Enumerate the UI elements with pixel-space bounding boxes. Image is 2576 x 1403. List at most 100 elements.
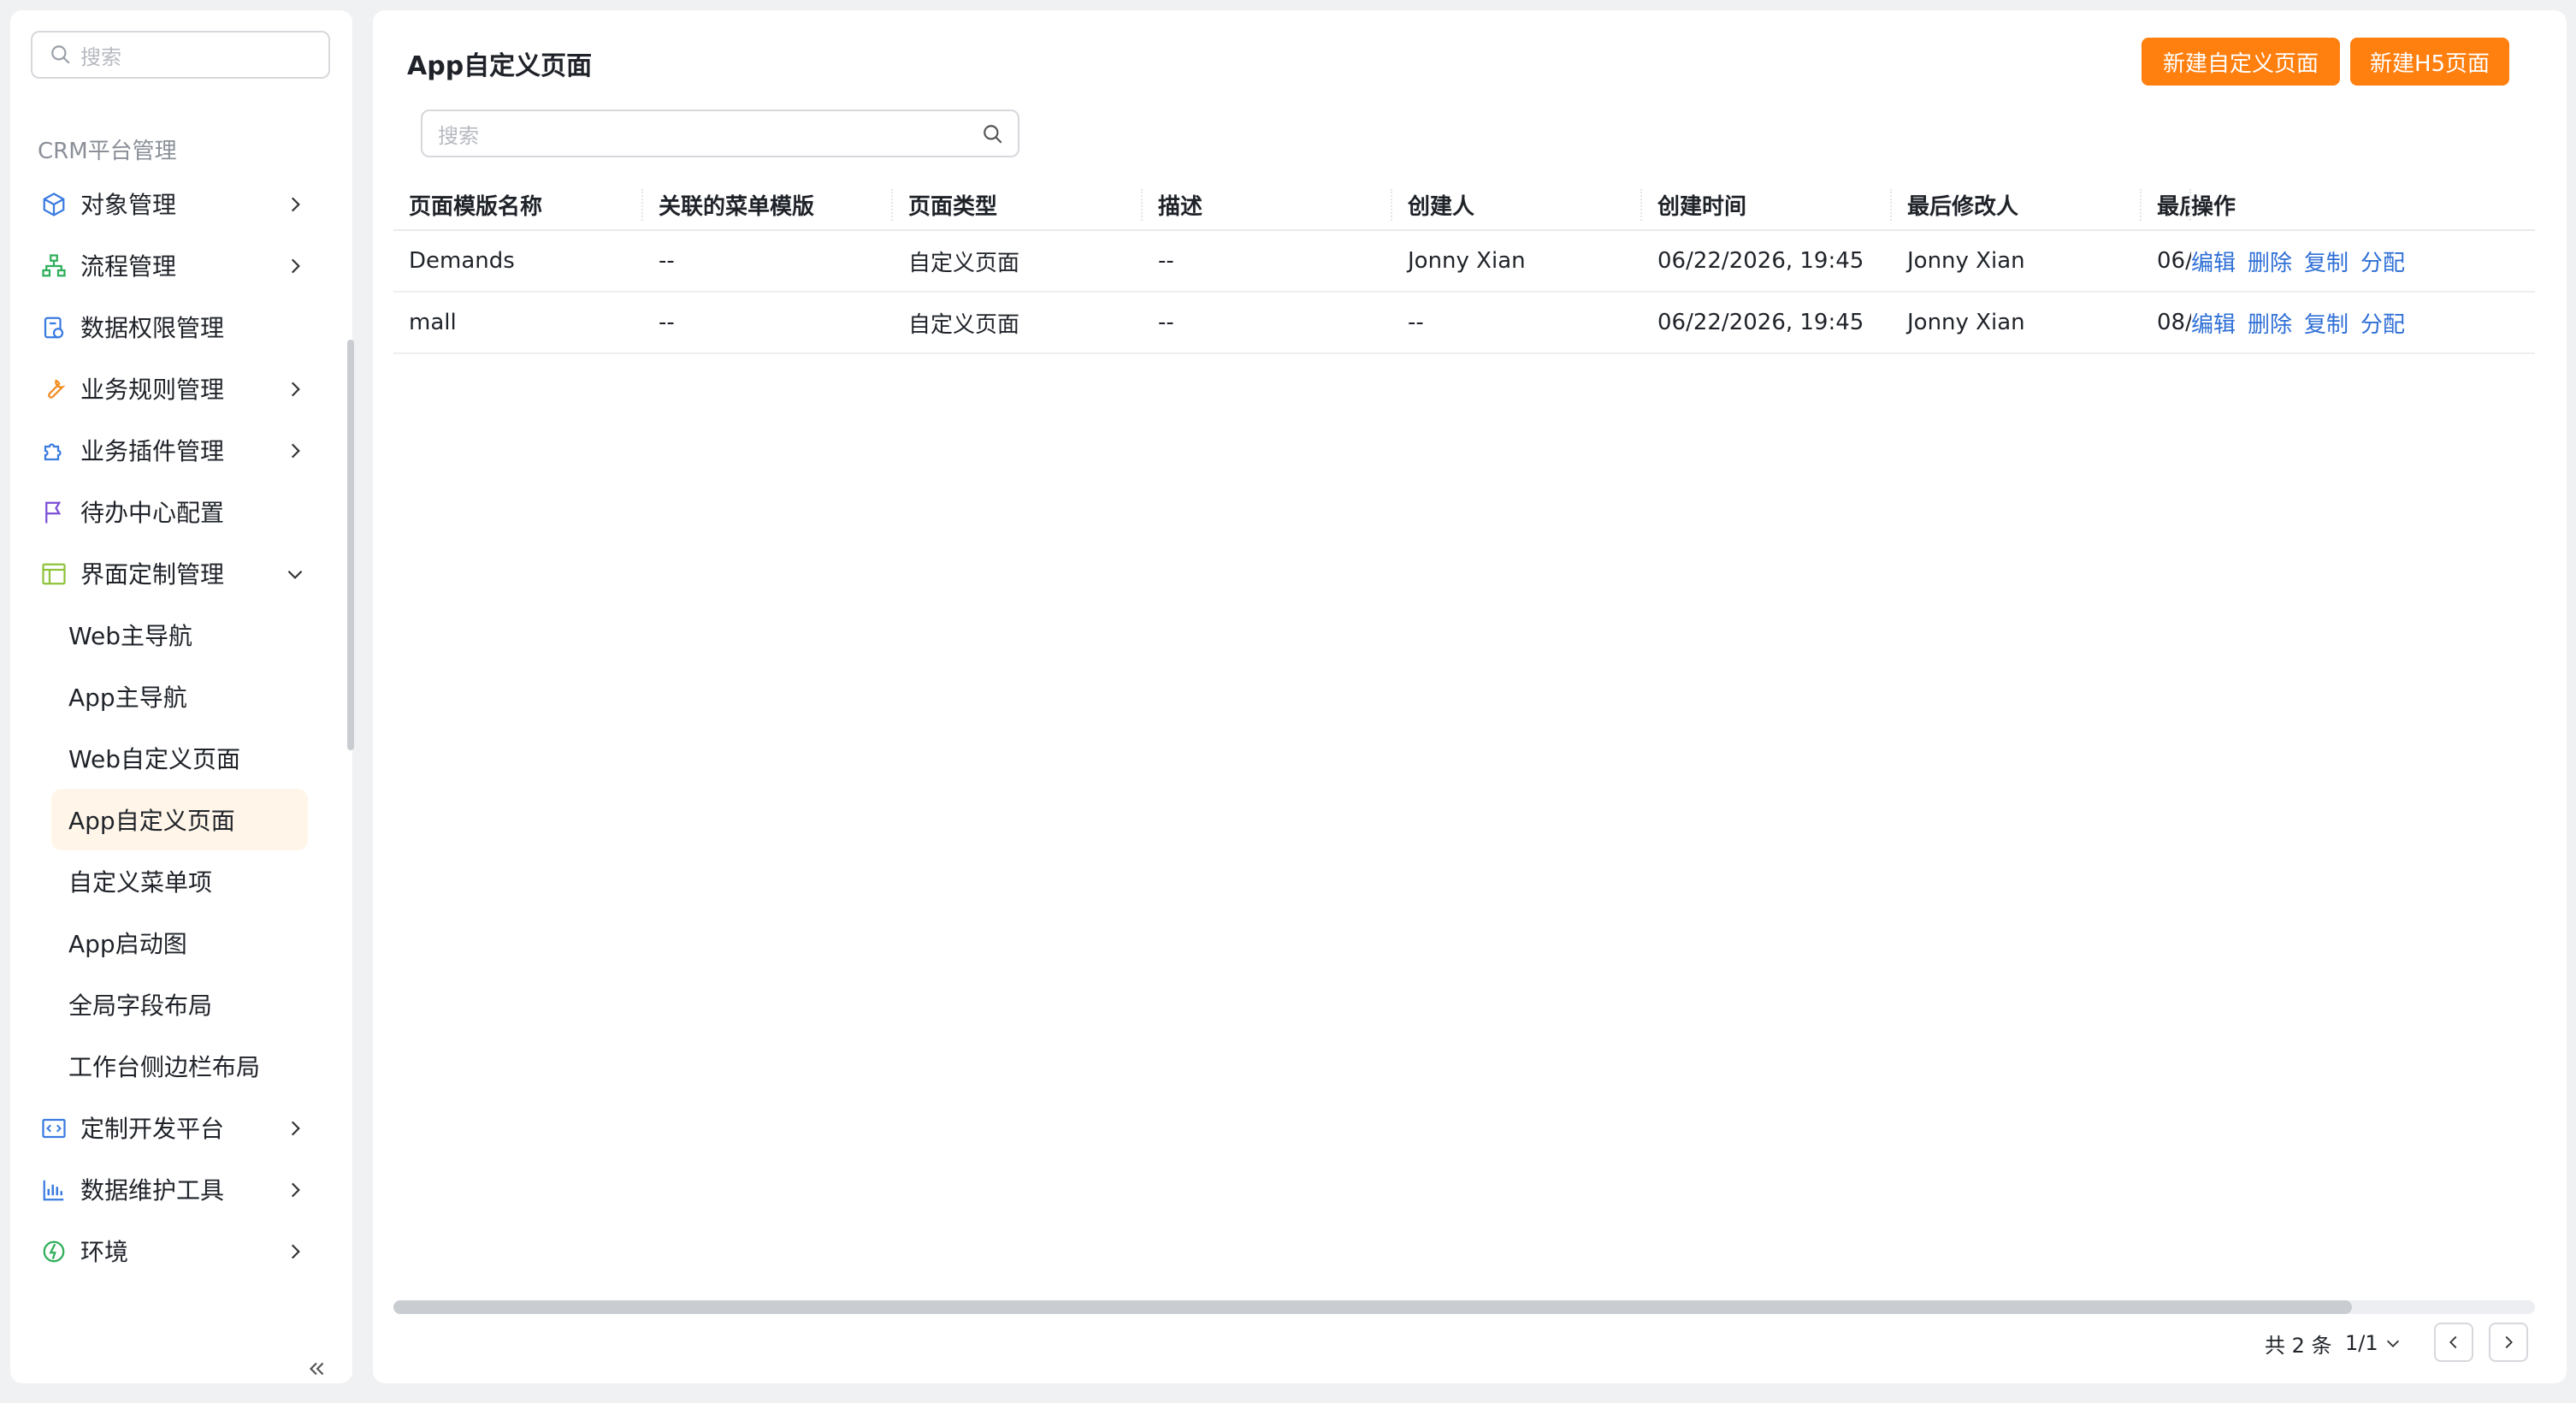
table-row[interactable]: Demands -- 自定义页面 -- Jonny Xian 06/22/202… bbox=[393, 231, 2535, 293]
chevron-down-icon bbox=[2386, 1340, 2399, 1347]
window-icon bbox=[42, 563, 66, 585]
column-header: 最后 bbox=[2142, 188, 2191, 221]
column-header: 创建时间 bbox=[1642, 188, 1892, 221]
wrench-icon bbox=[48, 379, 66, 399]
row-actions: 编辑 删除 复制 分配 bbox=[2191, 246, 2516, 277]
sidebar-subitem-global-field-layout[interactable]: 全局字段布局 bbox=[10, 974, 344, 1035]
assign-link[interactable]: 分配 bbox=[2360, 251, 2405, 276]
table-search-placeholder: 搜索 bbox=[438, 123, 479, 148]
sidebar-item-data-permission[interactable]: 数据权限管理 bbox=[10, 296, 344, 358]
next-page-button[interactable] bbox=[2489, 1323, 2528, 1362]
main-panel: App自定义页面 新建自定义页面 新建H5页面 搜索 页面模版名称 关联的菜单模… bbox=[373, 10, 2567, 1383]
table-cell: Jonny Xian bbox=[1408, 248, 1526, 274]
chevron-right-icon bbox=[291, 1121, 300, 1136]
sidebar-item-label: 对象管理 bbox=[80, 191, 177, 219]
section-title: CRM平台管理 bbox=[38, 139, 177, 164]
sidebar-item-label: 流程管理 bbox=[80, 252, 177, 281]
cube-icon bbox=[43, 192, 65, 216]
table-cell: mall bbox=[409, 310, 457, 335]
search-icon bbox=[51, 45, 70, 64]
sidebar-subitem-app-main-nav[interactable]: App主导航 bbox=[10, 666, 344, 727]
delete-link[interactable]: 删除 bbox=[2248, 251, 2292, 276]
sidebar-subitem-web-main-nav[interactable]: Web主导航 bbox=[10, 604, 344, 666]
sidebar: 搜索 CRM平台管理 对象管理 流程管理 数据权限管理 业务规则管理 业务插件管… bbox=[10, 10, 354, 1383]
search-icon[interactable] bbox=[982, 123, 1004, 145]
column-header: 关联的菜单模版 bbox=[643, 188, 893, 221]
sidebar-search-input[interactable]: 搜索 bbox=[31, 31, 330, 79]
chevron-right-icon bbox=[291, 382, 300, 397]
sidebar-subitem-app-custom-page[interactable]: App自定义页面 bbox=[51, 789, 308, 850]
sidebar-item-label: 定制开发平台 bbox=[80, 1115, 225, 1143]
sidebar-subitem-workbench-sidebar-layout[interactable]: 工作台侧边栏布局 bbox=[10, 1035, 344, 1097]
table-row[interactable]: mall -- 自定义页面 -- -- 06/22/2026, 19:45 Jo… bbox=[393, 293, 2535, 354]
horizontal-scrollbar[interactable] bbox=[393, 1300, 2535, 1314]
data-permission-icon bbox=[44, 317, 64, 339]
flag-icon bbox=[45, 501, 62, 524]
prev-page-button[interactable] bbox=[2434, 1323, 2473, 1362]
table-cell: -- bbox=[1158, 310, 1174, 335]
chevron-left-icon bbox=[2449, 1335, 2457, 1349]
sidebar-item-todo-center[interactable]: 待办中心配置 bbox=[10, 481, 344, 542]
table-cell: -- bbox=[1158, 248, 1174, 274]
delete-link[interactable]: 删除 bbox=[2248, 312, 2292, 338]
sidebar-scrollbar[interactable] bbox=[347, 340, 354, 750]
table-cell: -- bbox=[659, 310, 675, 335]
sidebar-item-label: 界面定制管理 bbox=[80, 560, 225, 589]
column-header: 描述 bbox=[1143, 188, 1392, 221]
table-cell: Jonny Xian bbox=[1907, 310, 2025, 335]
edit-link[interactable]: 编辑 bbox=[2191, 312, 2236, 338]
new-h5-page-button[interactable]: 新建H5页面 bbox=[2350, 38, 2509, 86]
page-selector[interactable]: 1/1 bbox=[2345, 1323, 2402, 1364]
puzzle-icon bbox=[44, 443, 62, 461]
table-search-input[interactable]: 搜索 bbox=[421, 110, 1019, 157]
assign-link[interactable]: 分配 bbox=[2360, 312, 2405, 338]
sidebar-item-ui-customization[interactable]: 界面定制管理 bbox=[10, 542, 344, 604]
sidebar-item-label: 业务规则管理 bbox=[80, 376, 225, 404]
sidebar-item-data-tools[interactable]: 数据维护工具 bbox=[10, 1158, 344, 1220]
column-header: 操作 bbox=[2191, 193, 2236, 220]
sidebar-item-business-plugins[interactable]: 业务插件管理 bbox=[10, 419, 344, 481]
copy-link[interactable]: 复制 bbox=[2304, 251, 2349, 276]
sidebar-subitem-web-custom-page[interactable]: Web自定义页面 bbox=[10, 727, 344, 789]
copy-link[interactable]: 复制 bbox=[2304, 312, 2349, 338]
column-header: 最后修改人 bbox=[1892, 188, 2142, 221]
collapse-sidebar-icon[interactable] bbox=[305, 1358, 328, 1380]
table-cell: 06/22/2026, 19:45 bbox=[1657, 248, 1864, 274]
sidebar-menu: 对象管理 流程管理 数据权限管理 业务规则管理 业务插件管理 待办中心配置 界面… bbox=[10, 173, 344, 1282]
sidebar-item-label: 环境 bbox=[80, 1238, 129, 1266]
column-header: 页面类型 bbox=[893, 188, 1143, 221]
table-cell: Jonny Xian bbox=[1907, 248, 2025, 274]
new-custom-page-button[interactable]: 新建自定义页面 bbox=[2142, 38, 2340, 86]
code-icon bbox=[42, 1118, 66, 1139]
page-indicator: 1/1 bbox=[2345, 1331, 2378, 1355]
table-cell: 自定义页面 bbox=[908, 250, 1020, 276]
table-cell: 08/1 bbox=[2157, 310, 2191, 335]
sidebar-subitem-custom-menu-item[interactable]: 自定义菜单项 bbox=[10, 850, 344, 912]
environment-icon bbox=[43, 1240, 65, 1263]
edit-link[interactable]: 编辑 bbox=[2191, 251, 2236, 276]
sidebar-item-label: 业务插件管理 bbox=[80, 437, 225, 465]
table-header: 页面模版名称 关联的菜单模版 页面类型 描述 创建人 创建时间 最后修改人 最后… bbox=[393, 180, 2535, 231]
sidebar-item-label: 数据权限管理 bbox=[80, 314, 225, 342]
sidebar-subitem-app-splash[interactable]: App启动图 bbox=[10, 912, 344, 974]
sidebar-search-placeholder: 搜索 bbox=[80, 44, 121, 69]
column-header: 创建人 bbox=[1392, 188, 1642, 221]
pages-table: 页面模版名称 关联的菜单模版 页面类型 描述 创建人 创建时间 最后修改人 最后… bbox=[393, 180, 2535, 419]
table-cell: -- bbox=[659, 248, 675, 274]
table-cell: -- bbox=[1408, 310, 1424, 335]
table-cell: 自定义页面 bbox=[908, 311, 1020, 338]
sidebar-item-object-management[interactable]: 对象管理 bbox=[10, 173, 344, 234]
table-cell: 06/22/2026, 19:45 bbox=[1657, 310, 1864, 335]
sidebar-item-process-management[interactable]: 流程管理 bbox=[10, 234, 344, 296]
sidebar-item-label: 数据维护工具 bbox=[80, 1176, 225, 1205]
sidebar-item-environment[interactable]: 环境 bbox=[10, 1220, 344, 1282]
chevron-right-icon bbox=[2505, 1335, 2513, 1349]
bar-chart-icon bbox=[43, 1180, 64, 1201]
sidebar-item-business-rules[interactable]: 业务规则管理 bbox=[10, 358, 344, 419]
scrollbar-thumb[interactable] bbox=[393, 1300, 2352, 1314]
pagination-total: 共 2 条 bbox=[2265, 1333, 2332, 1358]
chevron-right-icon bbox=[291, 258, 300, 274]
chevron-right-icon bbox=[291, 1182, 300, 1198]
table-cell: Demands bbox=[409, 248, 515, 274]
sidebar-item-dev-platform[interactable]: 定制开发平台 bbox=[10, 1097, 344, 1158]
